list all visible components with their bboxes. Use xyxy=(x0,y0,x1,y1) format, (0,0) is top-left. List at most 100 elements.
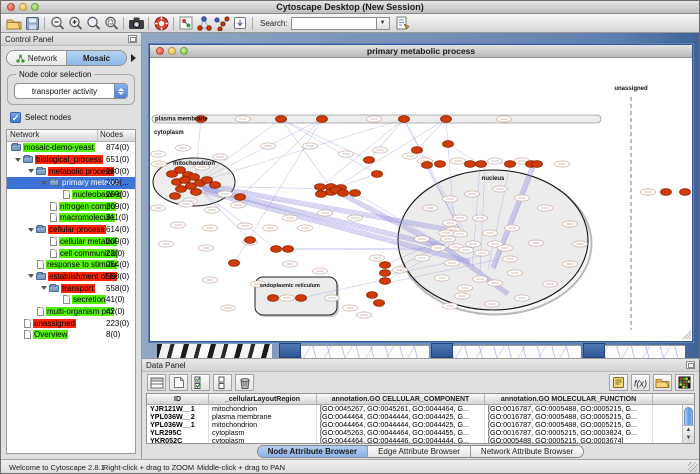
tree-row[interactable]: establishment of lo558(0) xyxy=(7,271,135,283)
tree-row[interactable]: response to stimulu264(0) xyxy=(7,259,135,271)
layout-alt-icon[interactable] xyxy=(213,15,231,32)
table-row[interactable]: YKR052Ccytoplasm[GO:0044464, GO:0044446,… xyxy=(147,437,694,444)
background-window-edge[interactable] xyxy=(279,343,301,358)
tree-column-nodes[interactable]: Nodes xyxy=(98,130,135,141)
attribute-browser-icon[interactable] xyxy=(394,15,412,32)
selected-node[interactable] xyxy=(380,270,391,277)
expander-icon[interactable] xyxy=(41,286,47,290)
annotation-icon[interactable] xyxy=(231,15,249,32)
attribute-checklist-button[interactable] xyxy=(191,374,210,391)
table-scrollbar[interactable]: ▲▼ xyxy=(682,405,694,443)
selected-node[interactable] xyxy=(210,182,221,189)
report-button[interactable] xyxy=(609,374,628,391)
expander-icon[interactable] xyxy=(28,274,34,278)
table-row[interactable]: YLR295Ccytoplasm[GO:0045263, GO:0044464,… xyxy=(147,429,694,437)
selected-node[interactable] xyxy=(189,174,200,181)
tree-row[interactable]: primary metabol209(... xyxy=(7,177,135,189)
expander-icon[interactable] xyxy=(15,158,21,162)
selected-node[interactable] xyxy=(661,189,672,196)
background-window-thumbnail[interactable] xyxy=(157,344,272,358)
selected-node[interactable] xyxy=(465,161,476,168)
selected-node[interactable] xyxy=(350,190,361,197)
selected-node[interactable] xyxy=(316,191,327,198)
selected-node[interactable] xyxy=(176,186,187,193)
table-row[interactable]: YJR121W__1mitochondrion[GO:0045267, GO:0… xyxy=(147,405,694,413)
tree-column-network[interactable]: Network xyxy=(7,130,98,141)
selected-node[interactable] xyxy=(367,292,378,299)
edge[interactable] xyxy=(320,119,404,187)
window-resize-grip[interactable] xyxy=(688,462,698,472)
selected-node[interactable] xyxy=(364,157,375,164)
edge[interactable] xyxy=(195,119,322,183)
delete-attribute-button[interactable] xyxy=(235,374,254,391)
selected-node[interactable] xyxy=(296,295,307,302)
selected-node[interactable] xyxy=(380,262,391,269)
tree-row[interactable]: cell communicat22(0) xyxy=(7,247,135,259)
selected-node[interactable] xyxy=(380,278,391,285)
snapshot-icon[interactable] xyxy=(127,15,145,32)
background-window-canvas[interactable] xyxy=(605,345,685,358)
search-dropdown-button[interactable]: ▼ xyxy=(377,17,390,30)
attribute-unchecked-button[interactable] xyxy=(213,374,232,391)
selected-node[interactable] xyxy=(435,161,446,168)
selected-node[interactable] xyxy=(229,260,240,267)
tree-row[interactable]: macromolecule311(0) xyxy=(7,212,135,224)
edge[interactable] xyxy=(195,119,281,183)
selected-node[interactable] xyxy=(374,300,385,307)
node-color-dropdown[interactable]: transporter activity xyxy=(14,83,128,99)
vizmapper-icon[interactable] xyxy=(177,15,195,32)
tab-node-attribute-browser[interactable]: Node Attribute Browser xyxy=(258,446,368,457)
selected-node[interactable] xyxy=(315,184,326,191)
zoom-in-icon[interactable] xyxy=(66,15,84,32)
more-tabs-arrow-icon[interactable] xyxy=(131,54,136,62)
expander-icon[interactable] xyxy=(28,169,34,173)
network-canvas[interactable]: plasma membrane cytoplasm mitochondrion … xyxy=(150,58,692,341)
selected-node[interactable] xyxy=(191,189,202,196)
selected-node[interactable] xyxy=(245,237,256,244)
selected-node[interactable] xyxy=(276,116,287,123)
selected-node[interactable] xyxy=(412,147,423,154)
tree-row[interactable]: cellular metabol209(0) xyxy=(7,236,135,248)
expander-icon[interactable] xyxy=(28,228,34,232)
minimize-window-button[interactable] xyxy=(19,3,27,11)
selected-node[interactable] xyxy=(532,161,543,168)
zoom-window-button[interactable] xyxy=(31,3,39,11)
selected-node[interactable] xyxy=(399,116,410,123)
network-minimize-button[interactable] xyxy=(168,47,176,55)
search-input[interactable] xyxy=(291,17,377,30)
float-data-panel-icon[interactable] xyxy=(686,361,695,369)
zoom-out-icon[interactable] xyxy=(48,15,66,32)
selected-node[interactable] xyxy=(283,246,294,253)
background-window-canvas[interactable] xyxy=(301,345,429,358)
table-row[interactable]: YPL036W__2plasma membrane[GO:0044464, GO… xyxy=(147,413,694,421)
create-attribute-button[interactable] xyxy=(169,374,188,391)
edge[interactable] xyxy=(281,119,369,160)
save-session-icon[interactable] xyxy=(23,15,41,32)
network-close-button[interactable] xyxy=(156,47,164,55)
layout-icon[interactable] xyxy=(195,15,213,32)
table-column-header[interactable]: annotation.GO CELLULAR_COMPONENT xyxy=(317,394,485,404)
selected-node[interactable] xyxy=(338,190,349,197)
tree-row[interactable]: metabolic process280(0) xyxy=(7,165,135,177)
tree-row[interactable]: secretion41(0) xyxy=(7,294,135,306)
selected-node[interactable] xyxy=(476,161,487,168)
tab-mosaic[interactable]: Mosaic xyxy=(66,51,126,65)
select-nodes-checkbox[interactable]: ✓ xyxy=(10,112,21,123)
edge[interactable] xyxy=(369,119,404,160)
select-attributes-button[interactable] xyxy=(147,374,166,391)
selected-node[interactable] xyxy=(422,162,433,169)
selected-node[interactable] xyxy=(443,141,454,148)
tree-row[interactable]: transport558(0) xyxy=(7,282,135,294)
tree-row[interactable]: nucleobase-c209(0) xyxy=(7,189,135,201)
selected-node[interactable] xyxy=(170,193,181,200)
zoom-fit-icon[interactable] xyxy=(102,15,120,32)
tree-row[interactable]: biological_process651(0) xyxy=(7,154,135,166)
network-window-titlebar[interactable]: primary metabolic process xyxy=(150,45,692,58)
float-panel-icon[interactable] xyxy=(128,35,137,43)
tree-row[interactable]: Overview8(0) xyxy=(7,329,135,341)
expander-icon[interactable] xyxy=(41,181,47,185)
selected-node[interactable] xyxy=(441,116,452,123)
selected-node[interactable] xyxy=(268,295,279,302)
selected-node[interactable] xyxy=(235,194,246,201)
table-column-header[interactable]: _cellularLayoutRegion xyxy=(209,394,317,404)
